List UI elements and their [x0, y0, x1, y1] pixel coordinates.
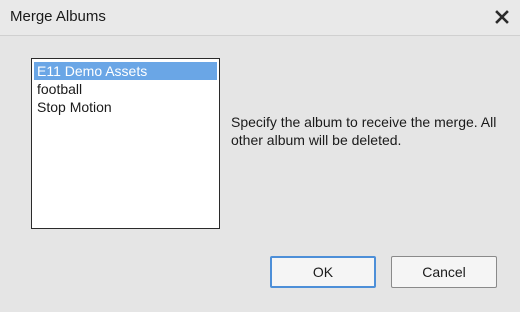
list-item[interactable]: E11 Demo Assets — [34, 62, 217, 80]
close-button[interactable] — [490, 5, 514, 29]
title-bar: Merge Albums — [0, 0, 520, 36]
dialog-title: Merge Albums — [10, 8, 106, 25]
instruction-text: Specify the album to receive the merge. … — [231, 114, 497, 148]
list-item[interactable]: Stop Motion — [34, 98, 217, 116]
merge-albums-dialog: Merge Albums E11 Demo Assets football St… — [0, 0, 520, 312]
close-icon — [495, 10, 509, 24]
list-item[interactable]: football — [34, 80, 217, 98]
ok-button[interactable]: OK — [270, 256, 376, 288]
album-listbox[interactable]: E11 Demo Assets football Stop Motion — [31, 58, 220, 229]
cancel-button[interactable]: Cancel — [391, 256, 497, 288]
